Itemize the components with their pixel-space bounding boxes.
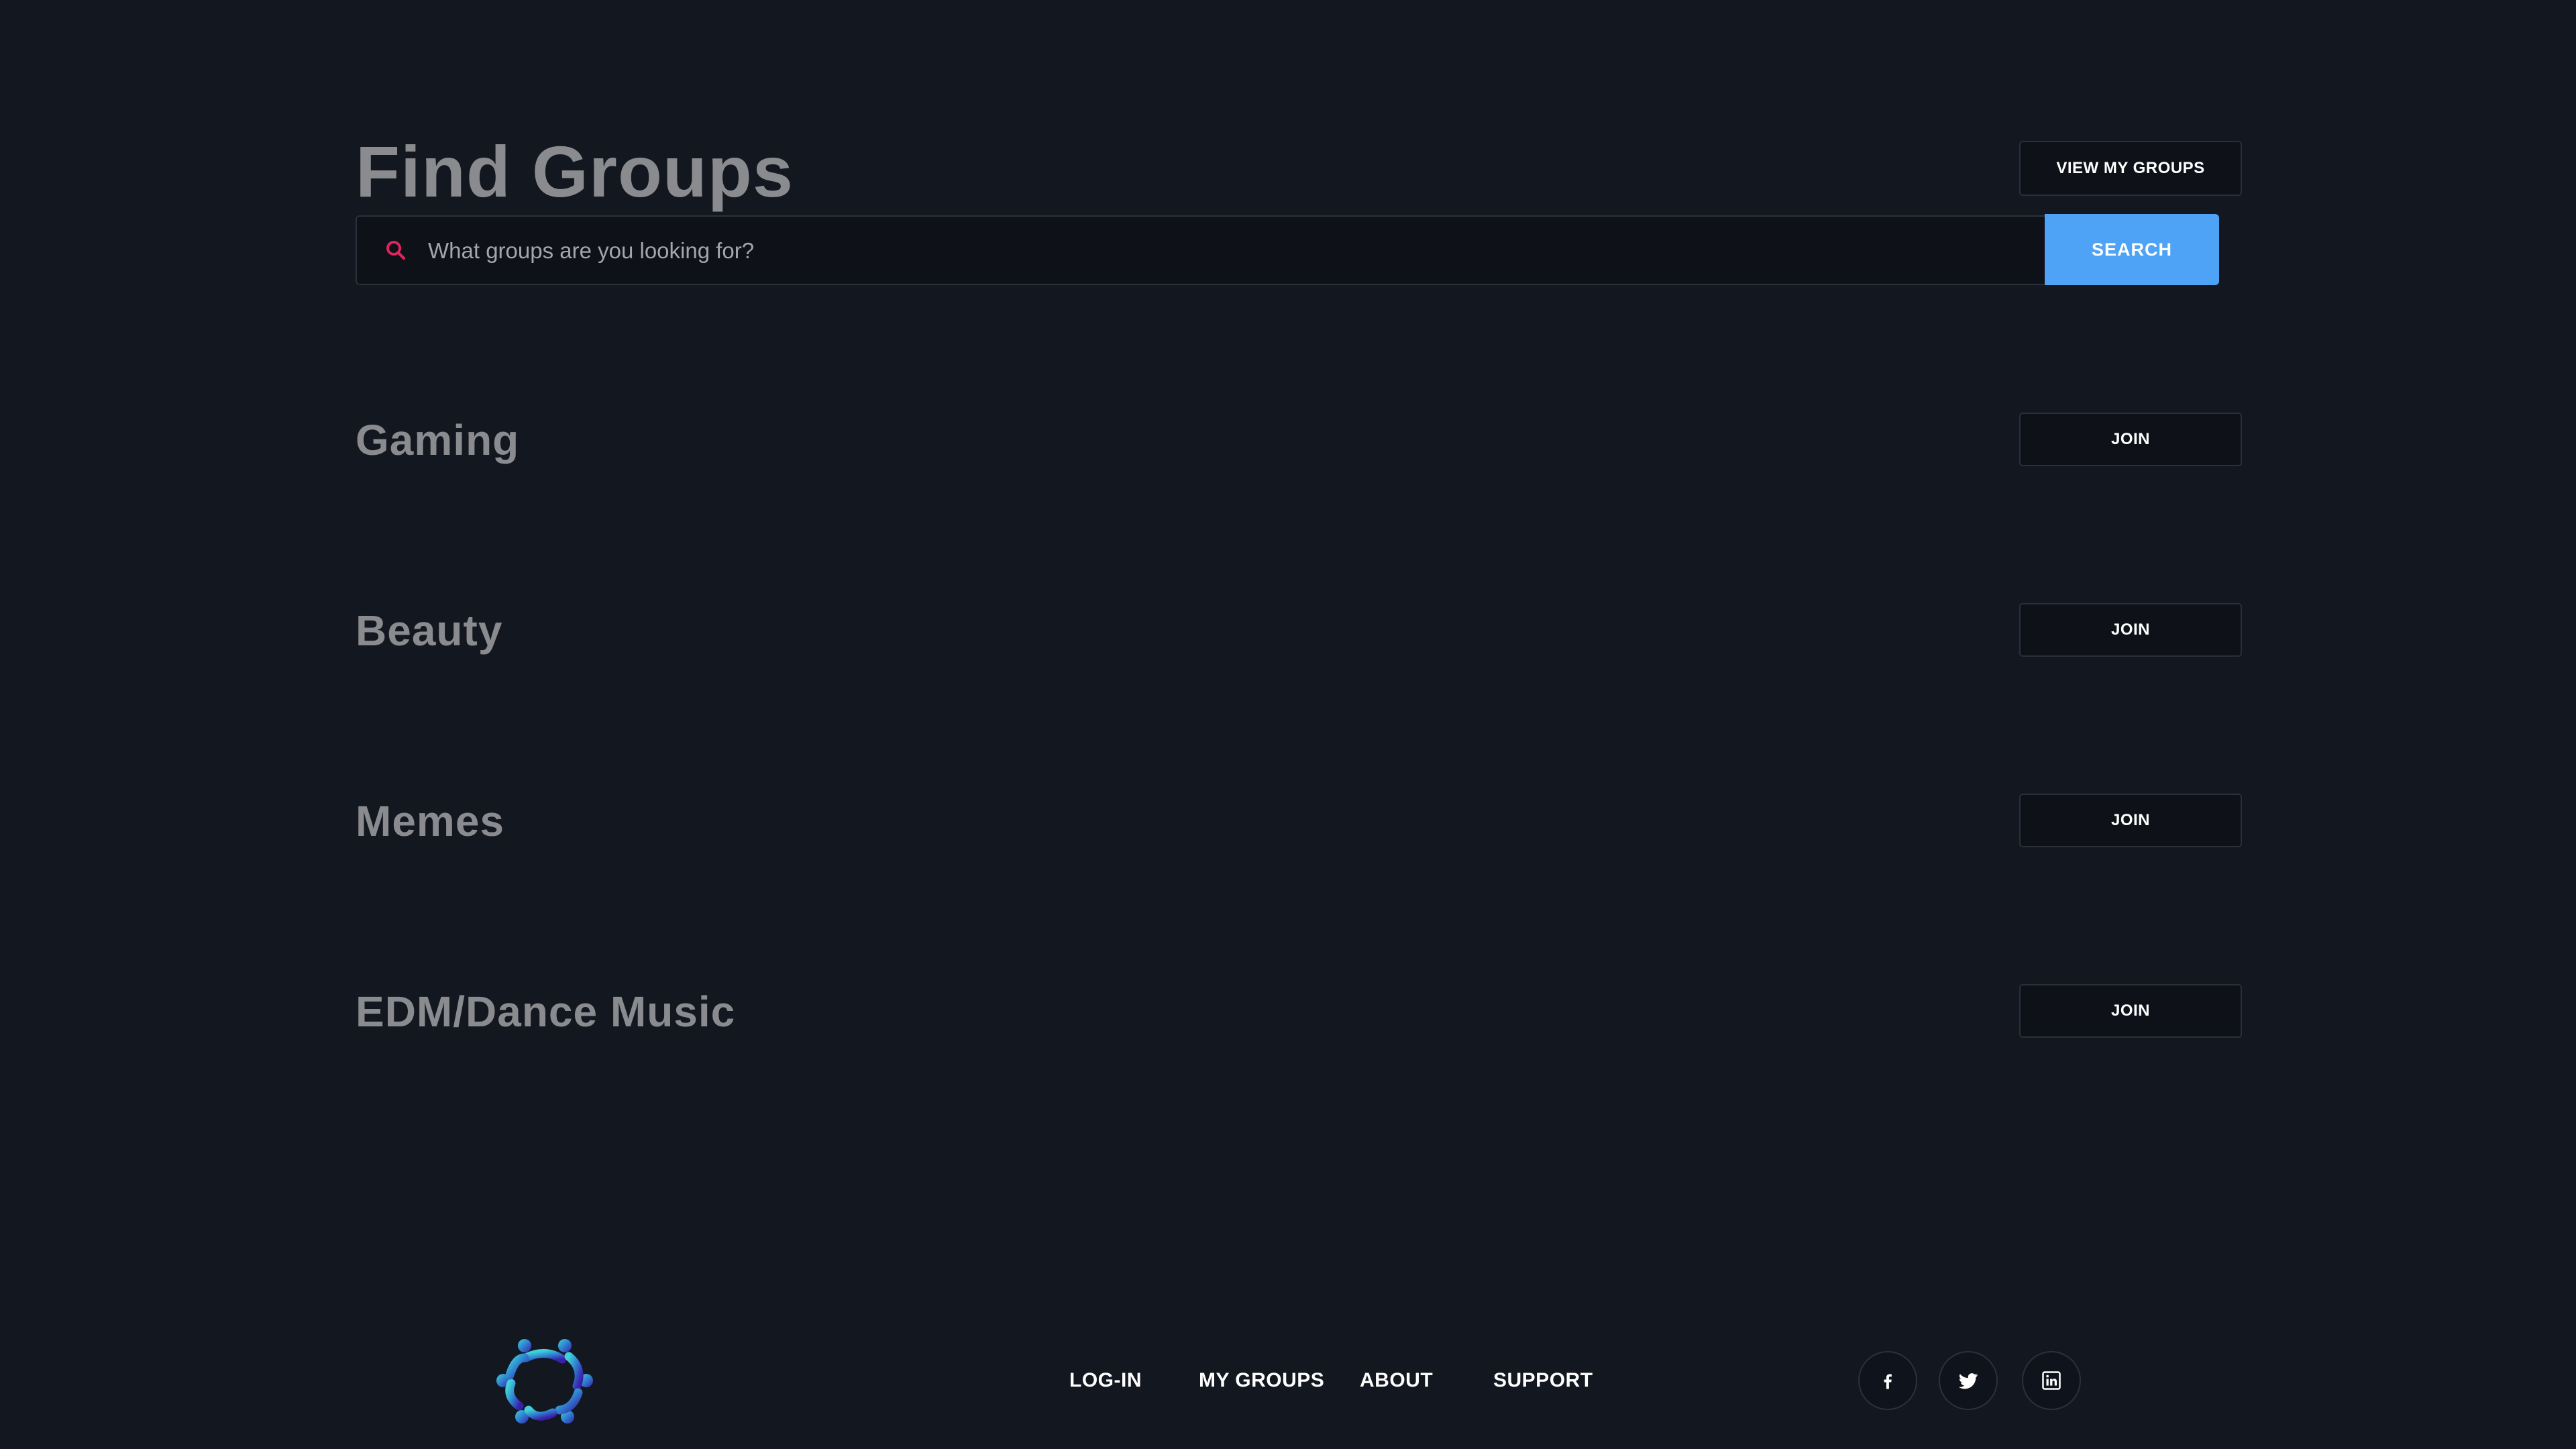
search-input[interactable] [427,217,2039,285]
find-groups-page: Find Groups VIEW MY GROUPS SEARCH Gaming… [0,0,2576,1449]
search-bar [356,215,2219,285]
join-button-memes[interactable]: JOIN [2019,794,2242,847]
footer-link-about[interactable]: ABOUT [1360,1366,1433,1395]
group-name-edm-dance-music: EDM/Dance Music [356,987,736,1036]
search-button[interactable]: SEARCH [2045,214,2219,285]
twitter-button[interactable] [1939,1351,1998,1410]
footer-link-my-groups[interactable]: MY GROUPS [1199,1366,1324,1395]
join-button-gaming[interactable]: JOIN [2019,413,2242,466]
group-name-beauty: Beauty [356,606,503,655]
linkedin-button[interactable] [2022,1351,2081,1410]
search-icon [386,241,406,260]
group-name-memes: Memes [356,797,504,845]
page-title: Find Groups [356,131,794,212]
join-button-edm-dance-music[interactable]: JOIN [2019,984,2242,1038]
facebook-button[interactable] [1858,1351,1917,1410]
linkedin-icon [2042,1371,2061,1390]
view-my-groups-button[interactable]: VIEW MY GROUPS [2019,141,2242,196]
join-button-beauty[interactable]: JOIN [2019,603,2242,657]
facebook-icon [1884,1374,1892,1389]
footer-link-log-in[interactable]: LOG-IN [1069,1366,1142,1395]
twitter-icon [1958,1373,1978,1389]
footer-link-support[interactable]: SUPPORT [1493,1366,1593,1395]
group-name-gaming: Gaming [356,416,520,464]
community-logo[interactable] [495,1334,594,1428]
